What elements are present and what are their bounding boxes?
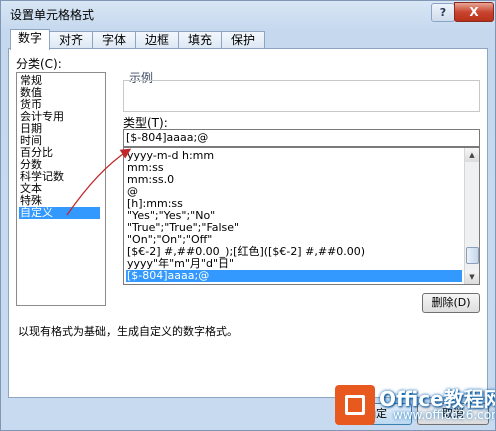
- close-button[interactable]: X: [454, 2, 494, 22]
- dialog-title: 设置单元格格式: [10, 8, 95, 22]
- number-tab-panel: 分类(C): 常规 数值 货币 会计专用 日期 时间 百分比 分数 科学记数 文…: [8, 48, 488, 398]
- tab-font[interactable]: 字体: [92, 31, 136, 49]
- title-bar: 设置单元格格式 ? X: [1, 1, 495, 27]
- tab-border[interactable]: 边框: [135, 31, 179, 49]
- tab-fill[interactable]: 填充: [178, 31, 222, 49]
- tab-number[interactable]: 数字: [10, 29, 50, 50]
- watermark-url: www.office26.com: [393, 408, 496, 422]
- tab-alignment[interactable]: 对齐: [49, 31, 93, 49]
- format-cells-dialog: 设置单元格格式 ? X 数字 对齐 字体 边框 填充 保护 分类(C): 常规 …: [0, 0, 496, 431]
- tab-protection[interactable]: 保护: [221, 31, 265, 49]
- annotation-arrow: [66, 148, 132, 216]
- help-button[interactable]: ?: [431, 3, 455, 22]
- site-watermark: Office教程网 www.office26.com: [335, 379, 496, 430]
- office-logo-icon: [335, 385, 375, 425]
